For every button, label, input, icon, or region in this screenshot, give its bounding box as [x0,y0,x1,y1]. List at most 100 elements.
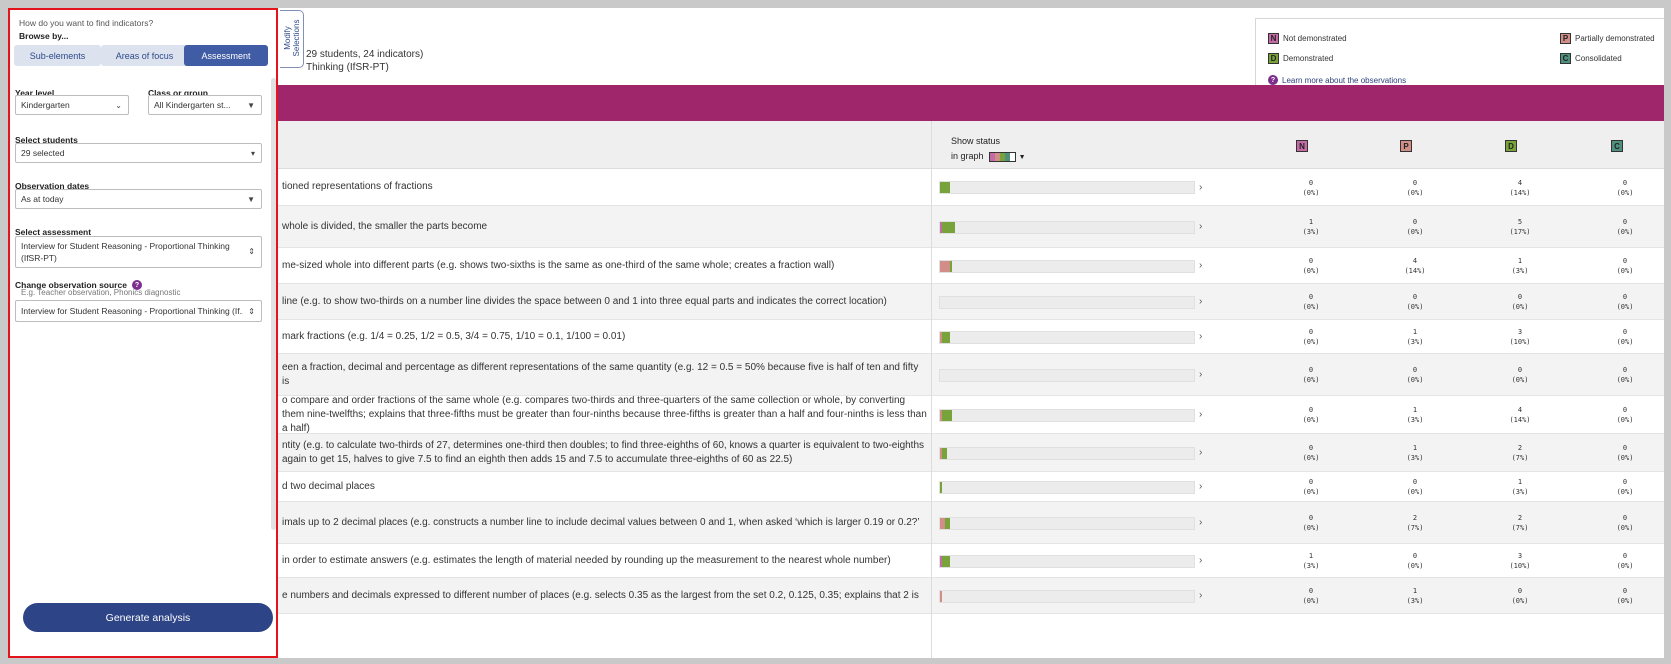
tab-areas-of-focus[interactable]: Areas of focus [101,45,188,66]
count-cell-c: 0 (0%) [1595,256,1655,276]
indicator-text: me-sized whole into different parts (e.g… [282,259,835,271]
count-value: 0 [1622,587,1628,595]
tab-sub-elements[interactable]: Sub-elements [14,45,101,66]
students-select[interactable]: 29 selected ▾ [15,143,262,163]
count-cell-n: 0 (0%) [1281,513,1341,533]
count-cell-d: 1 (3%) [1490,477,1550,497]
count-percent: (0%) [1406,376,1424,384]
table-row[interactable]: een a fraction, decimal and percentage a… [278,354,1664,396]
count-cell-n: 0 (0%) [1281,256,1341,276]
count-cell-d: 5 (17%) [1490,217,1550,237]
table-row[interactable]: tioned representations of fractions › 0 (0%… [278,169,1664,206]
count-cell-n: 0 (0%) [1281,405,1341,425]
count-percent: (0%) [1616,376,1634,384]
browse-by-label: Browse by... [19,31,69,41]
count-percent: (0%) [1616,228,1634,236]
table-row[interactable]: line (e.g. to show two-thirds on a numbe… [278,284,1664,320]
status-filter-swatch[interactable] [989,151,1017,162]
chevron-down-icon[interactable]: ▼ [1019,154,1026,161]
count-percent: (0%) [1616,338,1634,346]
count-cell-p: 0 (0%) [1385,477,1445,497]
count-percent: (0%) [1511,597,1529,605]
panel-scrollbar[interactable] [271,78,276,530]
status-bar [939,181,1195,194]
chevron-right-icon[interactable]: › [1199,447,1202,458]
tab-assessment[interactable]: Assessment [184,45,268,66]
chevron-right-icon[interactable]: › [1199,481,1202,492]
count-cell-c: 0 (0%) [1595,477,1655,497]
count-cell-d: 2 (7%) [1490,443,1550,463]
year-level-select[interactable]: Kindergarten ⌄ [15,95,129,115]
table-row[interactable]: o compare and order fractions of the sam… [278,396,1664,434]
count-value: 0 [1412,218,1418,226]
count-value: 1 [1412,406,1418,414]
count-cell-n: 0 (0%) [1281,477,1341,497]
chevron-right-icon[interactable]: › [1199,182,1202,193]
chevron-right-icon[interactable]: › [1199,369,1202,380]
count-cell-c: 0 (0%) [1595,443,1655,463]
table-row[interactable]: mark fractions (e.g. 1/4 = 0.25, 1/2 = 0… [278,320,1664,354]
table-row[interactable]: ntity (e.g. to calculate two-thirds of 2… [278,434,1664,472]
dates-select[interactable]: As at today ▼ [15,189,262,209]
legend-badge-n: N [1268,33,1279,44]
chevron-right-icon[interactable]: › [1199,517,1202,528]
count-cell-n: 1 (3%) [1281,217,1341,237]
table-row[interactable]: imals up to 2 decimal places (e.g. const… [278,502,1664,544]
count-percent: (3%) [1406,597,1424,605]
section-banner [278,85,1664,121]
count-value: 1 [1308,552,1314,560]
table-row[interactable]: d two decimal places › 0 (0%) 0 (0%) 1 (3%) 0 (0%… [278,472,1664,502]
status-bar-segment-d [942,447,948,459]
caret-down-icon: ▼ [247,100,255,110]
count-cell-p: 4 (14%) [1385,256,1445,276]
count-value: 4 [1517,406,1523,414]
chevron-right-icon[interactable]: › [1199,260,1202,271]
modify-selections-button[interactable]: Modify Selections [280,10,304,68]
count-cell-c: 0 (0%) [1595,586,1655,606]
count-percent: (3%) [1302,562,1320,570]
count-percent: (14%) [1509,416,1531,424]
status-bar [939,516,1195,530]
table-row[interactable]: whole is divided, the smaller the parts … [278,206,1664,248]
table-row[interactable]: e numbers and decimals expressed to diff… [278,578,1664,614]
chevron-down-icon: ⌄ [115,100,122,110]
source-value: Interview for Student Reasoning - Propor… [21,306,243,316]
status-bar [939,220,1195,234]
count-percent: (10%) [1509,338,1531,346]
count-value: 0 [1622,552,1628,560]
count-value: 5 [1517,218,1523,226]
count-cell-n: 0 (0%) [1281,443,1341,463]
show-status-control[interactable]: Show status in graph ▼ [951,134,1026,165]
count-cell-n: 0 (0%) [1281,292,1341,312]
column-header-c: C [1611,140,1623,152]
chevron-right-icon[interactable]: › [1199,331,1202,342]
status-bar-segment-d [942,331,950,343]
count-cell-p: 0 (0%) [1385,365,1445,385]
table-row[interactable]: in order to estimate answers (e.g. estim… [278,544,1664,578]
count-value: 4 [1412,257,1418,265]
indicator-text: een a fraction, decimal and percentage a… [282,361,919,387]
indicator-text: e numbers and decimals expressed to diff… [282,589,919,601]
chevron-right-icon[interactable]: › [1199,590,1202,601]
source-select[interactable]: Interview for Student Reasoning - Propor… [15,300,262,322]
year-level-value: Kindergarten [21,100,70,110]
class-group-value: All Kindergarten st... [154,100,231,110]
count-value: 0 [1308,587,1314,595]
chevron-right-icon[interactable]: › [1199,555,1202,566]
assessment-select[interactable]: Interview for Student Reasoning - Propor… [15,236,262,268]
count-value: 0 [1308,328,1314,336]
count-percent: (0%) [1406,488,1424,496]
count-cell-n: 1 (3%) [1281,551,1341,571]
count-value: 0 [1308,257,1314,265]
indicator-text: imals up to 2 decimal places (e.g. const… [282,516,920,528]
count-value: 0 [1308,178,1314,187]
table-row[interactable]: me-sized whole into different parts (e.g… [278,248,1664,284]
generate-analysis-button[interactable]: Generate analysis [23,603,273,632]
count-value: 0 [1412,293,1418,301]
class-group-select[interactable]: All Kindergarten st... ▼ [148,95,262,115]
chevron-right-icon[interactable]: › [1199,296,1202,307]
learn-more-link[interactable]: ? Learn more about the observations [1268,75,1406,85]
count-cell-c: 0 (0%) [1595,292,1655,312]
chevron-right-icon[interactable]: › [1199,409,1202,420]
chevron-right-icon[interactable]: › [1199,221,1202,232]
